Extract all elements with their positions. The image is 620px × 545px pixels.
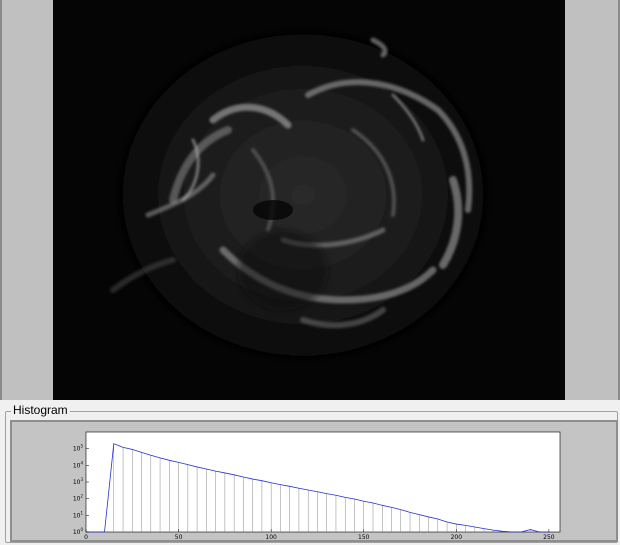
histogram-plot-area bbox=[85, 431, 561, 533]
y-tick-label: 105 bbox=[73, 444, 84, 453]
x-tick-label: 250 bbox=[543, 534, 555, 540]
y-tick-label: 104 bbox=[73, 460, 84, 469]
image-viewer bbox=[0, 0, 620, 400]
viewer-left-border bbox=[0, 0, 2, 400]
y-tick-label: 102 bbox=[73, 494, 84, 503]
x-tick-label: 200 bbox=[451, 534, 463, 540]
y-tick-label: 103 bbox=[73, 477, 84, 486]
histogram-chart[interactable]: 0 50 100 150 200 250 100 101 102 103 104 105 bbox=[12, 422, 616, 540]
y-tick-label: 101 bbox=[73, 510, 84, 519]
y-tick-label: 100 bbox=[73, 527, 84, 536]
nebula-graphic bbox=[53, 0, 565, 400]
x-tick-label: 0 bbox=[84, 534, 88, 540]
astronomy-image[interactable] bbox=[53, 0, 565, 400]
histogram-panel: 0 50 100 150 200 250 100 101 102 103 104 105 bbox=[10, 420, 618, 542]
x-tick-label: 50 bbox=[175, 534, 183, 540]
histogram-title: Histogram bbox=[11, 403, 70, 418]
x-tick-label: 100 bbox=[265, 534, 277, 540]
x-tick-label: 150 bbox=[358, 534, 370, 540]
